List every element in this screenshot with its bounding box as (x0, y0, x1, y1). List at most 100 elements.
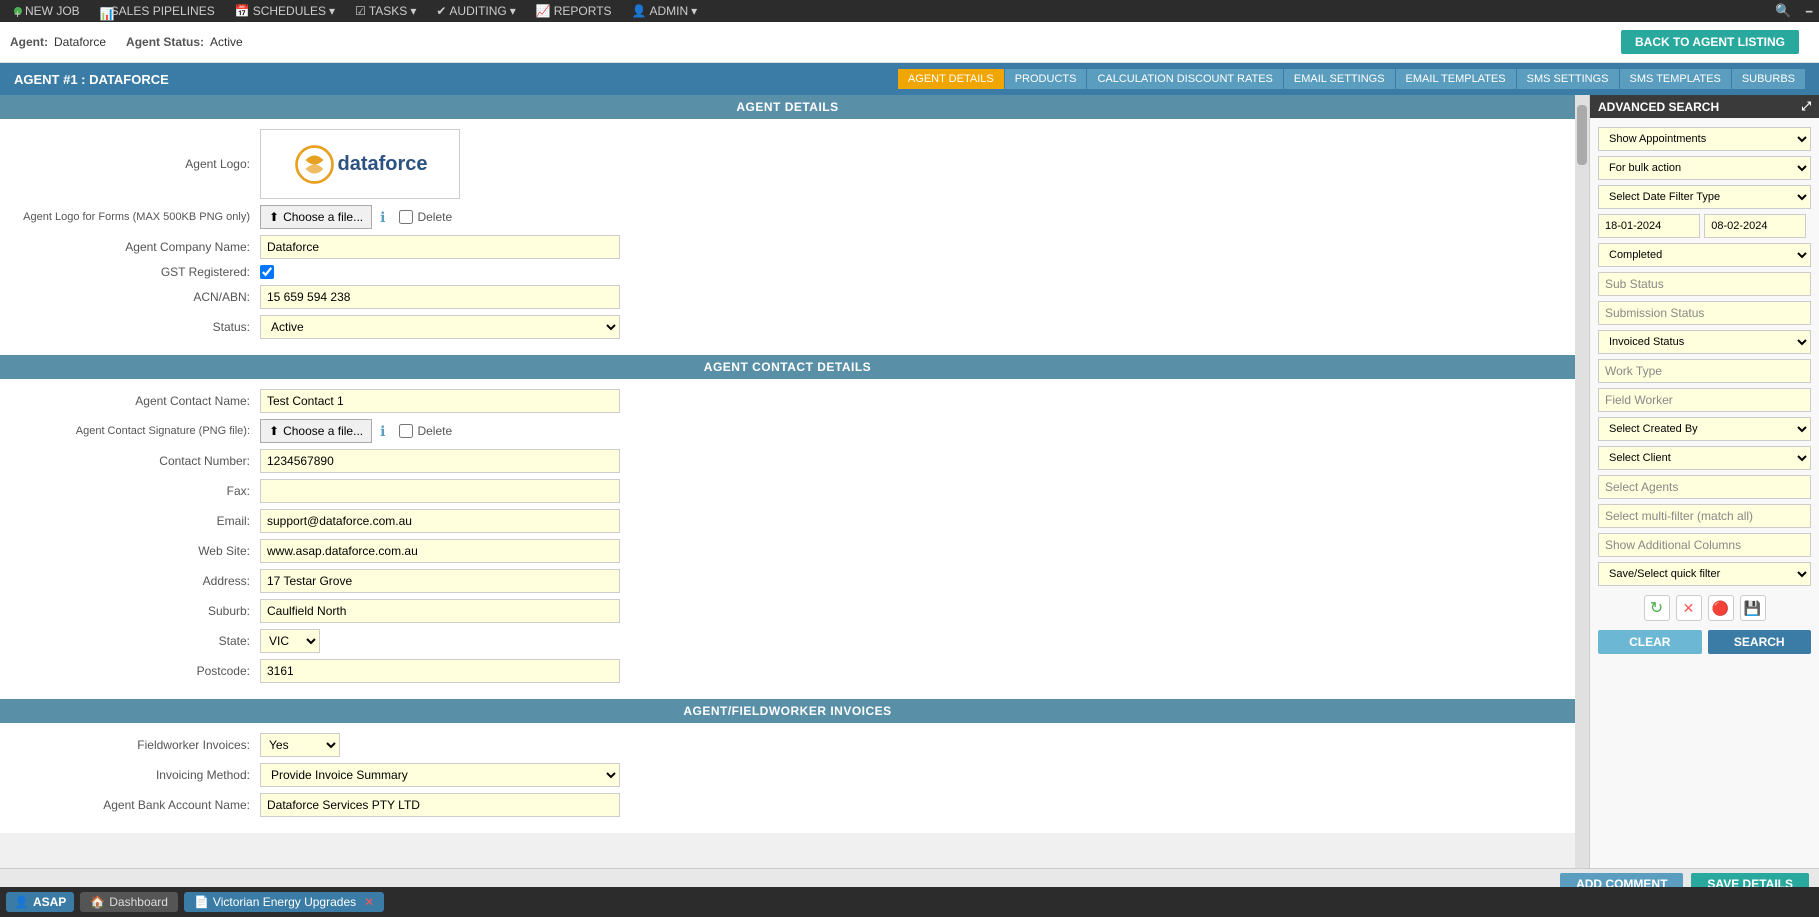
date-range-row (1598, 214, 1811, 238)
state-row: State: VIC NSW QLD WA SA (20, 629, 1555, 653)
delete2-checkbox[interactable] (399, 424, 413, 438)
show-additional-columns-label: Show Additional Columns (1598, 533, 1811, 557)
refresh-button[interactable]: ↻ (1644, 595, 1670, 621)
gst-registered-row: GST Registered: (20, 265, 1555, 279)
nav-admin[interactable]: 👤 ADMIN ▾ (624, 2, 706, 20)
admin-icon: 👤 (632, 4, 647, 18)
completed-select[interactable]: Completed (1598, 243, 1811, 267)
postcode-input[interactable] (260, 659, 620, 683)
company-name-row: Agent Company Name: (20, 235, 1555, 259)
invoices-section-header: AGENT/FIELDWORKER INVOICES (0, 699, 1575, 723)
date-filter-type-select[interactable]: Select Date Filter Type (1598, 185, 1811, 209)
tab-agent-details[interactable]: AGENT DETAILS (898, 69, 1004, 89)
agent-logo-row: Agent Logo: dataforce (20, 129, 1555, 199)
tab-sms-templates[interactable]: SMS TEMPLATES (1620, 69, 1731, 89)
tab-close-icon[interactable]: ✕ (364, 895, 374, 909)
nav-reports[interactable]: 📈 REPORTS (528, 2, 620, 20)
tab-email-templates[interactable]: EMAIL TEMPLATES (1396, 69, 1516, 89)
contact-details-section-header: AGENT CONTACT DETAILS (0, 355, 1575, 379)
save-button[interactable]: 💾 (1740, 595, 1766, 621)
back-to-agent-listing-button[interactable]: BACK TO AGENT LISTING (1621, 30, 1799, 54)
tab-products[interactable]: PRODUCTS (1005, 69, 1087, 89)
contact-details-form: Agent Contact Name: Agent Contact Signat… (0, 379, 1575, 699)
state-select[interactable]: VIC NSW QLD WA SA (260, 629, 320, 653)
select-client-select[interactable]: Select Client (1598, 446, 1811, 470)
reports-icon: 📈 (536, 4, 551, 18)
agent-details-form: Agent Logo: dataforce Agent Logo for For… (0, 119, 1575, 355)
delete2-checkbox-wrap[interactable]: Delete (399, 424, 452, 438)
choose-file-button[interactable]: ⬆ Choose a file... (260, 205, 372, 229)
nav-sales-pipelines[interactable]: 📊 SALES PIPELINES (92, 2, 223, 20)
main-content: AGENT DETAILS Agent Logo: dataforce Age (0, 95, 1575, 868)
dataforce-logo-icon (292, 142, 337, 187)
contact-name-row: Agent Contact Name: (20, 389, 1555, 413)
taskbar-active-tab[interactable]: 📄 Victorian Energy Upgrades ✕ (184, 892, 384, 912)
address-input[interactable] (260, 569, 620, 593)
fax-row: Fax: (20, 479, 1555, 503)
acn-abn-input[interactable] (260, 285, 620, 309)
acn-abn-row: ACN/ABN: (20, 285, 1555, 309)
multi-filter-label: Select multi-filter (match all) (1598, 504, 1811, 528)
bulk-action-select[interactable]: For bulk action (1598, 156, 1811, 180)
tab-email-settings[interactable]: EMAIL SETTINGS (1284, 69, 1395, 89)
auditing-icon: ✔ (436, 4, 446, 18)
info2-icon[interactable]: ℹ (380, 423, 385, 440)
company-name-input[interactable] (260, 235, 620, 259)
nav-new-job[interactable]: + NEW JOB (6, 2, 88, 20)
taskbar: 👤 ASAP 🏠 Dashboard 📄 Victorian Energy Up… (0, 887, 1819, 917)
website-input[interactable] (260, 539, 620, 563)
contact-number-row: Contact Number: (20, 449, 1555, 473)
delete-checkbox[interactable] (399, 210, 413, 224)
nav-schedules[interactable]: 📅 SCHEDULES ▾ (227, 2, 343, 20)
minimize-icon[interactable]: 🗕 (1805, 2, 1813, 21)
expand-icon[interactable]: ⤢ (1801, 99, 1811, 114)
fieldworker-invoices-row: Fieldworker Invoices: Yes No (20, 733, 1555, 757)
nav-tasks[interactable]: ☑ TASKS ▾ (347, 2, 424, 20)
status-select[interactable]: Active Inactive (260, 315, 620, 339)
cancel-filter-button[interactable]: ✕ (1676, 595, 1702, 621)
select-created-by-select[interactable]: Select Created By (1598, 417, 1811, 441)
tab-calculation-discount-rates[interactable]: CALCULATION DISCOUNT RATES (1087, 69, 1282, 89)
invoicing-method-select[interactable]: Provide Invoice Summary Upload Invoice (260, 763, 620, 787)
choose-signature-button[interactable]: ⬆ Choose a file... (260, 419, 372, 443)
asap-icon: 👤 (14, 895, 29, 909)
dataforce-logo-text: dataforce (337, 153, 427, 176)
info-icon[interactable]: ℹ (380, 209, 385, 226)
delete-checkbox-wrap[interactable]: Delete (399, 210, 452, 224)
email-input[interactable] (260, 509, 620, 533)
sales-pipelines-icon: 📊 (100, 7, 108, 15)
scroll-thumb[interactable] (1577, 105, 1587, 165)
bank-account-row: Agent Bank Account Name: (20, 793, 1555, 817)
search-icon[interactable]: 🔍 (1769, 3, 1797, 19)
clear-button[interactable]: CLEAR (1598, 630, 1702, 654)
tab-sms-settings[interactable]: SMS SETTINGS (1517, 69, 1619, 89)
asap-logo[interactable]: 👤 ASAP (6, 892, 74, 912)
suburb-input[interactable] (260, 599, 620, 623)
search-button[interactable]: SEARCH (1708, 630, 1812, 654)
work-type-label: Work Type (1598, 359, 1811, 383)
date-from-input[interactable] (1598, 214, 1700, 238)
invoiced-status-select[interactable]: Invoiced Status (1598, 330, 1811, 354)
fax-input[interactable] (260, 479, 620, 503)
nav-auditing[interactable]: ✔ AUDITING ▾ (428, 2, 523, 20)
save-red-button[interactable]: 🔴 (1708, 595, 1734, 621)
fieldworker-invoices-select[interactable]: Yes No (260, 733, 340, 757)
schedules-icon: 📅 (235, 4, 250, 18)
gst-registered-checkbox[interactable] (260, 265, 274, 279)
taskbar-dashboard-tab[interactable]: 🏠 Dashboard (80, 892, 178, 912)
contact-name-input[interactable] (260, 389, 620, 413)
bank-account-input[interactable] (260, 793, 620, 817)
submission-status-label: Submission Status (1598, 301, 1811, 325)
clear-search-row: CLEAR SEARCH (1598, 630, 1811, 654)
quick-filter-select[interactable]: Save/Select quick filter (1598, 562, 1811, 586)
contact-number-input[interactable] (260, 449, 620, 473)
advanced-search-header: ADVANCED SEARCH ⤢ (1590, 95, 1819, 118)
invoicing-method-row: Invoicing Method: Provide Invoice Summar… (20, 763, 1555, 787)
dashboard-icon: 🏠 (90, 895, 105, 909)
tab-suburbs[interactable]: SUBURBS (1732, 69, 1805, 89)
show-appointments-select[interactable]: Show Appointments (1598, 127, 1811, 151)
date-to-input[interactable] (1704, 214, 1806, 238)
select-agents-label: Select Agents (1598, 475, 1811, 499)
vertical-scrollbar[interactable] (1575, 95, 1589, 868)
page-header: AGENT #1 : DATAFORCE AGENT DETAILS PRODU… (0, 63, 1819, 95)
